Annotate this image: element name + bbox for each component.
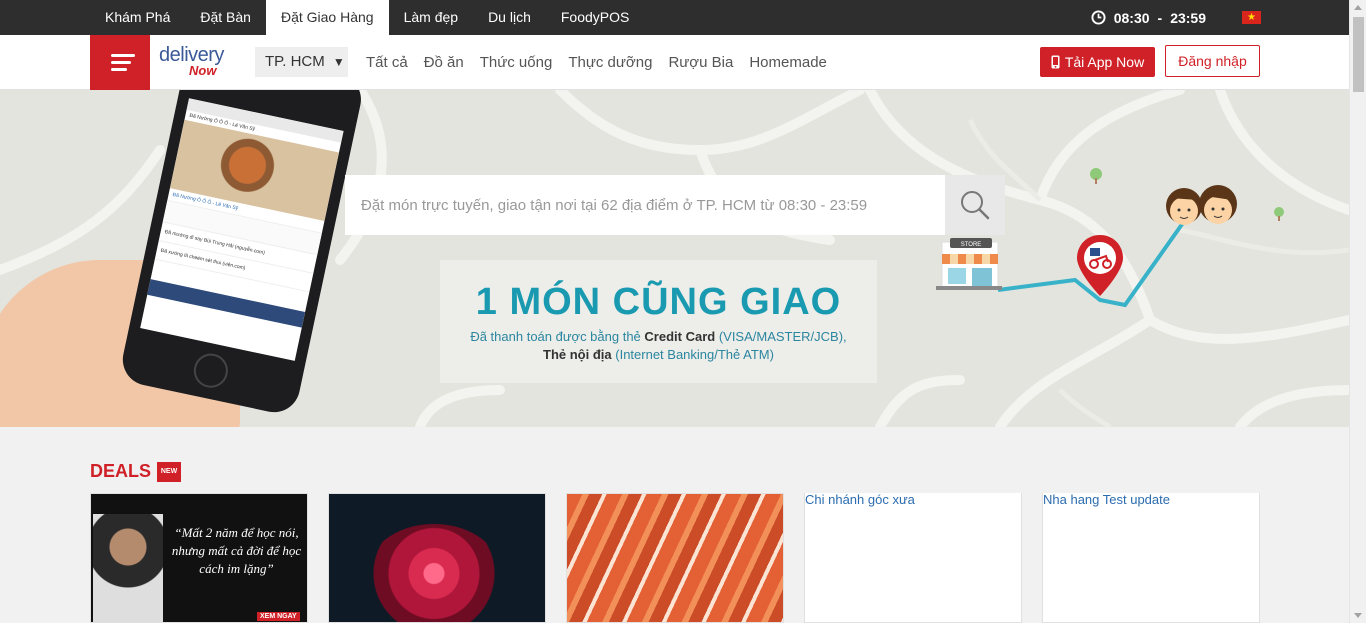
city-label: TP. HCM (265, 53, 325, 70)
page-scrollbar[interactable] (1349, 0, 1366, 623)
topnav-item-foodypos[interactable]: FoodyPOS (546, 0, 644, 35)
top-bar-right: 08:30 - 23:59 ★ (1091, 0, 1349, 35)
logo-text-now: Now (189, 63, 217, 78)
mobile-phone-icon (1051, 55, 1060, 69)
deal-card-quote[interactable]: “Mất 2 năm để học nói, nhưng mất cả đời … (90, 493, 308, 623)
deal-person-image (93, 514, 163, 622)
deals-title: DEALS (90, 461, 152, 481)
hero-banner: STORE Đã Nướng Ô Ô Ô - Lê Văn Sỹ Đã Nướn… (0, 90, 1349, 427)
category-healthy[interactable]: Thực dưỡng (560, 54, 660, 71)
deal-card-rose[interactable] (328, 493, 546, 623)
deal-rose-image (364, 524, 504, 622)
category-nav: Tất cả Đồ ăn Thức uống Thực dưỡng Rượu B… (358, 35, 835, 90)
promo-box: 1 MÓN CŨNG GIAO Đã thanh toán được bằng … (440, 260, 877, 383)
store-icon: STORE (936, 238, 1002, 290)
deal-card-lobster[interactable] (566, 493, 784, 623)
search-button[interactable] (945, 175, 1005, 235)
search-icon (961, 191, 990, 220)
customers-icon (1166, 185, 1237, 225)
category-all[interactable]: Tất cả (358, 54, 416, 71)
topnav-item-dat-giao-hang[interactable]: Đặt Giao Hàng (265, 0, 389, 35)
promo-credit-card: Credit Card (644, 329, 716, 344)
category-drinks[interactable]: Thức uống (472, 54, 561, 71)
logo-icon[interactable] (90, 35, 150, 90)
deal-card-title[interactable]: Chi nhánh góc xưa (805, 493, 915, 508)
category-alcohol[interactable]: Rượu Bia (660, 54, 741, 71)
opening-hours: 08:30 - 23:59 (1091, 10, 1206, 26)
chevron-down-icon: ▼ (332, 55, 345, 69)
download-app-label: Tải App Now (1064, 54, 1145, 70)
new-badge: NEW (157, 461, 182, 482)
top-nav: Khám Phá Đặt Bàn Đặt Giao Hàng Làm đẹp D… (90, 0, 644, 35)
deal-card-nha-hang[interactable]: Nha hang Test update (1042, 493, 1260, 623)
time-separator: - (1157, 9, 1163, 26)
open-time: 08:30 (1113, 9, 1150, 26)
logo-text-delivery: delivery (159, 44, 224, 66)
topnav-item-lam-dep[interactable]: Làm đẹp (389, 0, 473, 35)
promo-line-1: Đã thanh toán được bằng thẻ Credit Card … (440, 328, 877, 346)
search-input[interactable] (345, 175, 945, 235)
scroll-down-icon[interactable] (1354, 613, 1362, 618)
close-time: 23:59 (1170, 9, 1206, 26)
scrollbar-thumb[interactable] (1353, 17, 1364, 92)
logo[interactable]: delivery Now (159, 45, 224, 77)
vietnam-flag-icon[interactable]: ★ (1242, 11, 1261, 24)
deal-cta-label[interactable]: XEM NGAY (257, 612, 300, 621)
deal-card-title[interactable]: Nha hang Test update (1043, 493, 1170, 508)
deal-lobster-image (567, 494, 783, 622)
deals-header: DEALS NEW (90, 461, 182, 482)
top-bar: Khám Phá Đặt Bàn Đặt Giao Hàng Làm đẹp D… (0, 0, 1349, 35)
promo-line-2-suffix: (Internet Banking/Thẻ ATM) (611, 347, 774, 362)
promo-headline: 1 MÓN CŨNG GIAO (475, 281, 842, 323)
scroll-up-icon[interactable] (1354, 5, 1362, 10)
svg-text:STORE: STORE (961, 242, 982, 248)
topnav-item-du-lich[interactable]: Du lịch (473, 0, 546, 35)
main-header: delivery Now TP. HCM ▼ Tất cả Đồ ăn Thức… (0, 35, 1349, 90)
category-food[interactable]: Đồ ăn (416, 54, 472, 71)
deal-card-chi-nhanh[interactable]: Chi nhánh góc xưa (804, 493, 1022, 623)
promo-domestic-card: Thẻ nội địa (543, 347, 612, 362)
search-bar (345, 175, 1005, 235)
clock-icon (1091, 10, 1106, 25)
topnav-item-kham-pha[interactable]: Khám Phá (90, 0, 185, 35)
promo-line-1-text: Đã thanh toán được bằng thẻ (470, 329, 645, 344)
city-select[interactable]: TP. HCM ▼ (255, 47, 348, 77)
promo-line-2: Thẻ nội địa (Internet Banking/Thẻ ATM) (440, 346, 877, 364)
promo-line-1-suffix: (VISA/MASTER/JCB), (715, 329, 847, 344)
download-app-button[interactable]: Tải App Now (1040, 47, 1155, 77)
login-button[interactable]: Đăng nhập (1165, 45, 1260, 77)
category-homemade[interactable]: Homemade (741, 54, 835, 71)
deal-quote-text: “Mất 2 năm để học nói, nhưng mất cả đời … (171, 525, 302, 576)
topnav-item-dat-ban[interactable]: Đặt Bàn (185, 0, 266, 35)
